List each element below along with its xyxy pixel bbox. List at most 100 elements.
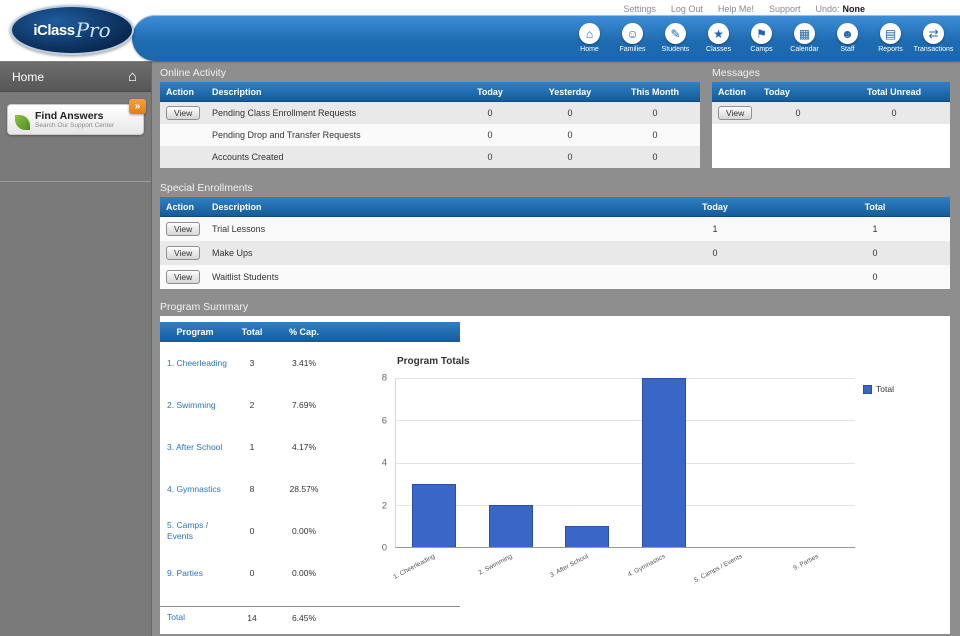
cell-cap: 28.57%	[274, 484, 334, 494]
support-link[interactable]: Support	[769, 4, 801, 14]
camps-icon: ⚑	[751, 23, 772, 44]
gridline	[396, 420, 855, 421]
col-today: Today	[758, 87, 838, 97]
staff-icon: ☻	[837, 23, 858, 44]
program-link[interactable]: 9. Parties	[160, 568, 230, 579]
table-row: 4. Gymnastics 8 28.57%	[160, 468, 390, 510]
total-label: Total	[160, 612, 230, 623]
col-total: Total	[800, 202, 950, 212]
cell-today: 0	[630, 248, 800, 258]
cell-total: 2	[230, 400, 274, 410]
chart-plot	[395, 378, 855, 548]
online-activity-title: Online Activity	[160, 67, 700, 79]
program-link[interactable]: 5. Camps / Events	[160, 520, 230, 541]
main-content: Online Activity Action Description Today…	[160, 62, 950, 634]
cell-total: 0	[230, 568, 274, 578]
chart-legend: Total	[863, 384, 894, 394]
program-link[interactable]: 4. Gymnastics	[160, 484, 230, 495]
logo-text-primary: iClass	[33, 22, 74, 39]
top-links: Settings Log Out Help Me! Support Undo: N…	[623, 4, 865, 14]
view-button[interactable]: View	[166, 106, 200, 120]
nav-classes[interactable]: ★ Classes	[697, 23, 740, 53]
cell-cap: 0.00%	[274, 568, 334, 578]
nav-classes-label: Classes	[706, 46, 731, 53]
special-enrollments-title: Special Enrollments	[160, 182, 950, 194]
logo-text-script: Pro	[76, 18, 111, 42]
cell-cap: 7.69%	[274, 400, 334, 410]
main-navbar: ⌂ Home ☺ Families ✎ Students ★ Classes ⚑…	[132, 15, 960, 61]
nav-calendar[interactable]: ▦ Calendar	[783, 23, 826, 53]
table-row: Pending Drop and Transfer Requests 0 0 0	[160, 124, 700, 146]
program-link[interactable]: 2. Swimming	[160, 400, 230, 411]
program-summary-panel: Program Total % Cap. 1. Cheerleading 3 3…	[160, 316, 950, 634]
undo-value: None	[843, 4, 866, 14]
table-row: 2. Swimming 2 7.69%	[160, 384, 390, 426]
nav-staff[interactable]: ☻ Staff	[826, 23, 869, 53]
undo-label: Undo:	[815, 4, 839, 14]
nav-home[interactable]: ⌂ Home	[568, 23, 611, 53]
nav-reports[interactable]: ▤ Reports	[869, 23, 912, 53]
cell-total: 0	[800, 248, 950, 258]
find-answers-card[interactable]: Find Answers Search Our Support Center »	[7, 104, 144, 135]
col-yesterday: Yesterday	[530, 87, 610, 97]
view-button[interactable]: View	[166, 270, 200, 284]
nav-home-label: Home	[580, 46, 599, 53]
logout-link[interactable]: Log Out	[671, 4, 703, 14]
cell-description: Pending Class Enrollment Requests	[206, 108, 450, 118]
online-activity-section: Online Activity Action Description Today…	[160, 62, 700, 168]
y-tick-label: 2	[382, 500, 387, 511]
settings-link[interactable]: Settings	[623, 4, 656, 14]
cell-cap: 3.41%	[274, 358, 334, 368]
view-button[interactable]: View	[718, 106, 752, 120]
col-today: Today	[630, 202, 800, 212]
header: Settings Log Out Help Me! Support Undo: N…	[0, 0, 960, 62]
online-activity-table: Action Description Today Yesterday This …	[160, 82, 700, 168]
gridline	[396, 378, 855, 379]
leaf-icon	[15, 115, 30, 130]
table-header: Program Total % Cap.	[160, 322, 460, 342]
nav-transactions[interactable]: ⇄ Transactions	[912, 23, 955, 53]
families-icon: ☺	[622, 23, 643, 44]
program-link[interactable]: 1. Cheerleading	[160, 358, 230, 369]
cell-this-month: 0	[610, 130, 700, 140]
legend-swatch	[863, 385, 872, 394]
iclasspro-logo[interactable]: iClassPro	[10, 5, 134, 55]
program-summary-section: Program Summary Program Total % Cap. 1. …	[160, 301, 950, 634]
special-enrollments-table: Action Description Today Total View Tria…	[160, 197, 950, 289]
program-summary-title: Program Summary	[160, 301, 950, 313]
house-icon: ⌂	[128, 68, 137, 85]
cell-total: 1	[800, 224, 950, 234]
help-link[interactable]: Help Me!	[718, 4, 754, 14]
nav-families[interactable]: ☺ Families	[611, 23, 654, 53]
chart-bar	[489, 505, 533, 547]
sidebar-home-header[interactable]: Home ⌂	[0, 62, 151, 92]
cell-today: 0	[450, 130, 530, 140]
view-button[interactable]: View	[166, 222, 200, 236]
program-link[interactable]: 3. After School	[160, 442, 230, 453]
messages-table: Action Today Total Unread View 0 0	[712, 82, 950, 168]
nav-camps-label: Camps	[750, 46, 772, 53]
table-row: 1. Cheerleading 3 3.41%	[160, 342, 390, 384]
sidebar-top-section: Find Answers Search Our Support Center »	[0, 92, 151, 182]
table-row: 5. Camps / Events 0 0.00%	[160, 510, 390, 552]
nav-camps[interactable]: ⚑ Camps	[740, 23, 783, 53]
chart-bar	[642, 378, 686, 547]
cell-today: 0	[758, 108, 838, 118]
table-row: View Pending Class Enrollment Requests 0…	[160, 102, 700, 124]
cell-description: Pending Drop and Transfer Requests	[206, 130, 450, 140]
cell-yesterday: 0	[530, 130, 610, 140]
y-tick-label: 0	[382, 543, 387, 554]
nav-students[interactable]: ✎ Students	[654, 23, 697, 53]
col-today: Today	[450, 87, 530, 97]
gridline	[396, 463, 855, 464]
chart-y-axis: 02468	[365, 378, 391, 548]
students-icon: ✎	[665, 23, 686, 44]
calendar-icon: ▦	[794, 23, 815, 44]
col-description: Description	[206, 87, 450, 97]
classes-icon: ★	[708, 23, 729, 44]
y-tick-label: 8	[382, 373, 387, 384]
cell-yesterday: 0	[530, 152, 610, 162]
view-button[interactable]: View	[166, 246, 200, 260]
reports-icon: ▤	[880, 23, 901, 44]
cell-yesterday: 0	[530, 108, 610, 118]
